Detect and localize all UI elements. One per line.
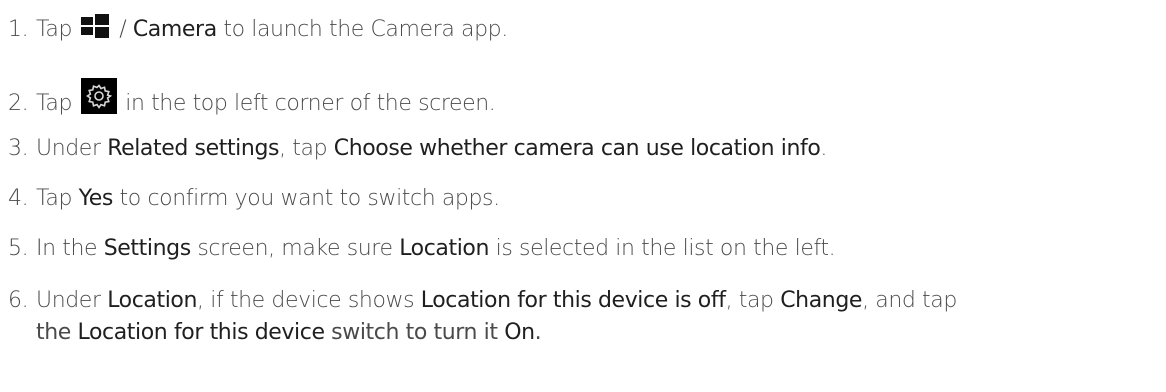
windows-start-icon [80,14,109,38]
step-text: screen, make sure [190,236,400,261]
step-6: 6. Under Location, if the device shows Lo… [8,286,957,316]
instruction-steps: 1. Tap / Camera to launch the Camera app.… [0,0,1166,392]
step-number: 4. [8,186,29,211]
step-text: , if the device shows [197,288,421,313]
camera-app-label: Camera [132,17,217,42]
step-text: Tap [36,186,79,211]
step-text: In the [36,236,104,261]
step-text: in the top left corner of the screen. [118,91,496,116]
location-label: Location [399,236,490,261]
step-4: 4. Tap Yes to confirm you want to switch … [8,184,500,214]
step-number: 6. [8,288,29,313]
step-text: , and tap [862,288,957,313]
step-5: 5. In the Settings screen, make sure Loca… [8,234,836,264]
yes-label: Yes [78,186,114,211]
step-text: Tap [36,17,79,42]
settings-label: Settings [103,236,191,261]
step-text: , tap [725,288,781,313]
step-6-continued: the Location for this device switch to t… [36,318,542,348]
step-1: 1. Tap / Camera to launch the Camera app. [8,14,508,45]
step-text: . [534,320,542,345]
step-text: . [820,136,828,161]
step-text: to launch the Camera app. [216,17,508,42]
location-switch-label: Location for this device [77,320,325,345]
choose-location-info-label: Choose whether camera can use location i… [333,136,821,161]
step-number: 3. [8,136,29,161]
on-label: On [504,320,535,345]
location-off-label: Location for this device is off [420,288,726,313]
location-label: Location [107,288,198,313]
step-text: Under [36,136,108,161]
step-text: the [36,320,78,345]
step-number: 5. [8,236,29,261]
gear-icon [80,78,117,114]
step-text: to confirm you want to switch apps. [112,186,501,211]
step-number: 2. [8,91,29,116]
step-text: is selected in the list on the left. [489,236,836,261]
step-text: Under [36,288,108,313]
step-text: switch to turn it [324,320,505,345]
step-text: , tap [279,136,334,161]
step-2: 2. Tap in the top left corner of the scre… [8,78,496,119]
step-text: Tap [36,91,79,116]
step-number: 1. [8,17,29,42]
related-settings-label: Related settings [107,136,280,161]
step-text: / [112,17,133,42]
change-label: Change [780,288,863,313]
step-3: 3. Under Related settings, tap Choose whe… [8,134,827,164]
